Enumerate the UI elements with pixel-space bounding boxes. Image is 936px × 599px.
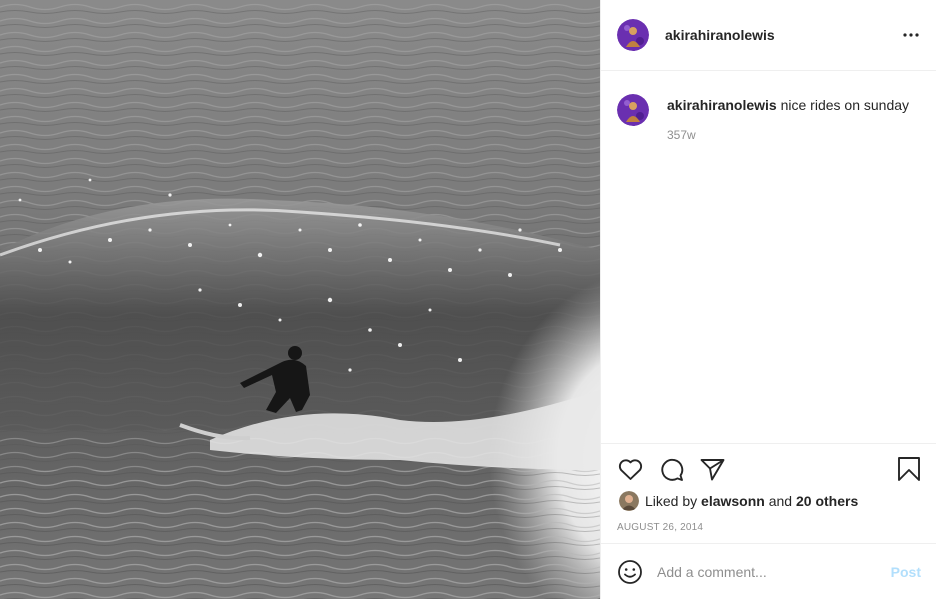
post-photo[interactable] — [0, 0, 600, 599]
likes-others-link[interactable]: 20 others — [796, 493, 858, 509]
comment-input[interactable] — [657, 563, 877, 580]
post-actions-section: Liked by elawsonn and 20 others AUGUST 2… — [601, 443, 936, 543]
surf-photo-image — [0, 0, 600, 599]
comment-bubble-icon[interactable] — [658, 456, 684, 482]
more-options-icon[interactable] — [899, 24, 923, 46]
caption-username[interactable]: akirahiranolewis — [667, 97, 777, 113]
caption-age[interactable]: 357w — [667, 126, 909, 144]
liker-avatar[interactable] — [619, 491, 639, 511]
liker-username[interactable]: elawsonn — [701, 493, 765, 509]
caption-avatar[interactable] — [617, 94, 649, 126]
likes-prefix: Liked by — [645, 493, 702, 509]
caption-text-block: akirahiranolewis nice rides on sunday 35… — [667, 96, 909, 144]
bookmark-icon[interactable] — [897, 456, 923, 482]
post-dialog: akirahiranolewis akirahiranolewis nice r… — [0, 0, 936, 599]
smiley-icon[interactable] — [617, 559, 643, 585]
likes-middle: and — [764, 493, 796, 509]
action-icons-row — [617, 456, 740, 482]
likes-summary: Liked by elawsonn and 20 others — [619, 491, 858, 511]
post-header: akirahiranolewis — [601, 0, 936, 71]
post-caption: akirahiranolewis nice rides on sunday 35… — [617, 94, 921, 144]
comment-bar: Post — [601, 543, 936, 599]
avatar-image — [617, 19, 649, 51]
heart-icon[interactable] — [617, 456, 643, 482]
caption-text: nice rides on sunday — [780, 97, 910, 113]
author-username[interactable]: akirahiranolewis — [665, 27, 775, 43]
author-avatar[interactable] — [617, 19, 649, 51]
paper-plane-icon[interactable] — [699, 456, 725, 482]
post-date[interactable]: AUGUST 26, 2014 — [617, 522, 703, 533]
avatar-image — [617, 94, 649, 126]
post-comment-button[interactable]: Post — [891, 564, 921, 580]
post-side-panel: akirahiranolewis akirahiranolewis nice r… — [600, 0, 936, 599]
